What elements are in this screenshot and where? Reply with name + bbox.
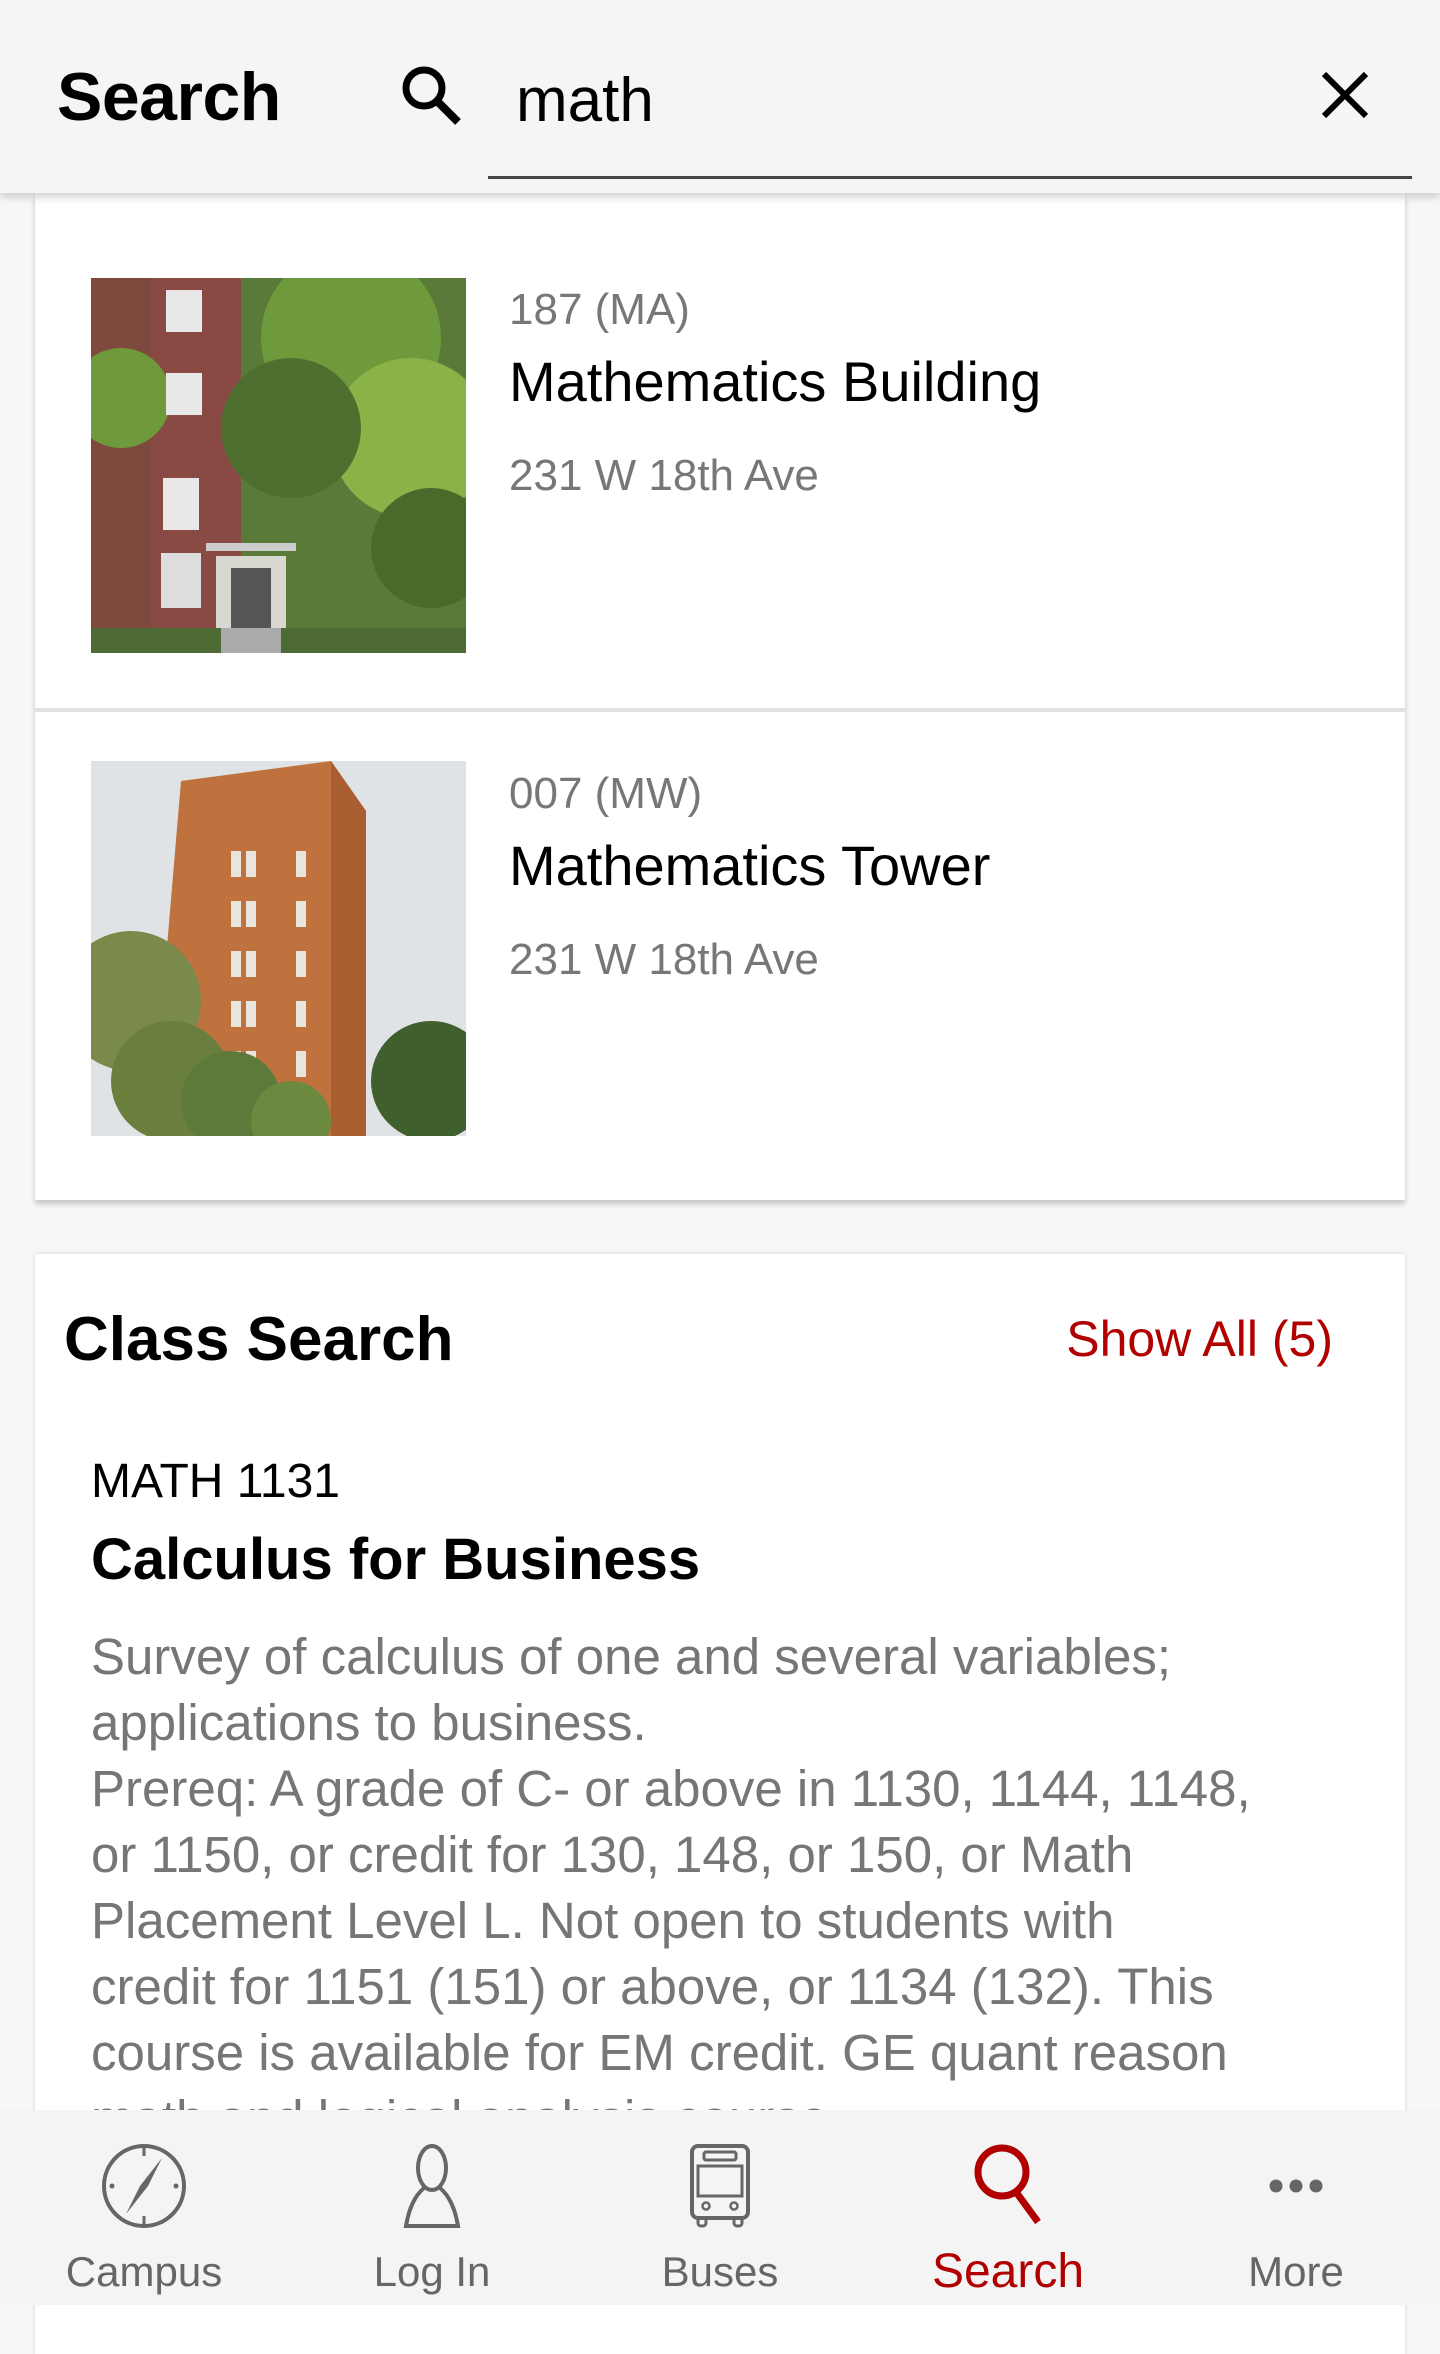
- nav-label: Log In: [373, 2248, 491, 2295]
- description-line: or 1150, or credit for 130, 148, or 150,…: [91, 1826, 1134, 1883]
- more-dots-icon: [1269, 2179, 1323, 2193]
- building-code: 007 (MW): [509, 769, 703, 818]
- description-line: Prereq: A grade of C- or above in 1130, …: [91, 1760, 1251, 1817]
- close-icon[interactable]: [1310, 60, 1380, 130]
- nav-tab-search[interactable]: Search: [864, 2110, 1152, 2305]
- building-name: Mathematics Tower: [509, 834, 991, 897]
- building-address: 231 W 18th Ave: [509, 451, 819, 500]
- building-photo-art: [91, 278, 466, 653]
- app-header: Search: [0, 0, 1440, 193]
- building-name: Mathematics Building: [509, 350, 1042, 413]
- nav-label: More: [1248, 2248, 1344, 2295]
- class-list-item[interactable]: MATH 1131 Calculus for Business Survey o…: [91, 1454, 1381, 2152]
- nav-tab-more[interactable]: More: [1152, 2110, 1440, 2305]
- class-code: MATH 1131: [91, 1455, 340, 1508]
- description-line: Survey of calculus of one and several va…: [91, 1628, 1172, 1685]
- person-icon: [403, 2144, 461, 2228]
- nav-label: Campus: [65, 2248, 223, 2295]
- bottom-nav: Campus Log In Buses Search More: [0, 2110, 1440, 2305]
- building-photo-art: [91, 761, 466, 1136]
- description-line: credit for 1151 (151) or above, or 1134 …: [91, 1958, 1214, 2015]
- building-photo: [91, 761, 466, 1136]
- building-address: 231 W 18th Ave: [509, 935, 819, 984]
- class-name: Calculus for Business: [91, 1527, 701, 1592]
- search-icon: [402, 66, 461, 125]
- building-list-item[interactable]: 187 (MA) Mathematics Building 231 W 18th…: [35, 193, 1405, 708]
- search-icon: [974, 2144, 1041, 2225]
- nav-label: Search: [931, 2245, 1085, 2298]
- show-all-link[interactable]: Show All (5): [1066, 1310, 1333, 1368]
- bus-icon: [690, 2144, 750, 2228]
- nav-tab-log-in[interactable]: Log In: [288, 2110, 576, 2305]
- building-list: 187 (MA) Mathematics Building 231 W 18th…: [35, 193, 1405, 1200]
- description-line: course is available for EM credit. GE qu…: [91, 2024, 1228, 2081]
- nav-label: Buses: [661, 2248, 779, 2295]
- description-line: Placement Level L. Not open to students …: [91, 1892, 1115, 1949]
- compass-icon: [102, 2144, 186, 2228]
- class-description: Survey of calculus of one and several va…: [91, 1624, 1381, 2152]
- search-input[interactable]: [516, 60, 1276, 140]
- description-line: applications to business.: [91, 1694, 647, 1751]
- nav-tab-buses[interactable]: Buses: [576, 2110, 864, 2305]
- building-code: 187 (MA): [509, 285, 690, 334]
- search-field[interactable]: [488, 40, 1412, 179]
- page-title: Search: [57, 59, 281, 135]
- class-search-title: Class Search: [64, 1305, 454, 1374]
- nav-tab-campus[interactable]: Campus: [0, 2110, 288, 2305]
- building-list-item[interactable]: 007 (MW) Mathematics Tower 231 W 18th Av…: [35, 712, 1405, 1200]
- building-photo: [91, 278, 466, 653]
